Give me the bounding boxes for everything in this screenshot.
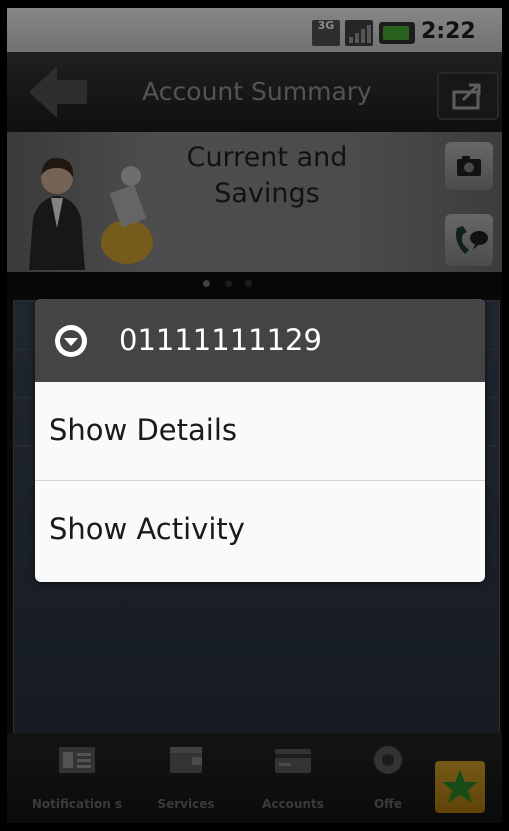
phone-screen: 3G 2:22 PM Account Summary bbox=[7, 8, 502, 823]
option-label: Show Activity bbox=[49, 512, 245, 546]
dropdown-circle-icon bbox=[55, 325, 87, 357]
show-activity-option[interactable]: Show Activity bbox=[35, 481, 485, 579]
account-options-dialog: 01111111129 Show Details Show Activity bbox=[35, 299, 485, 582]
dialog-header: 01111111129 bbox=[35, 299, 485, 382]
option-label: Show Details bbox=[49, 413, 238, 447]
show-details-option[interactable]: Show Details bbox=[35, 382, 485, 480]
dialog-title: 01111111129 bbox=[119, 323, 322, 357]
